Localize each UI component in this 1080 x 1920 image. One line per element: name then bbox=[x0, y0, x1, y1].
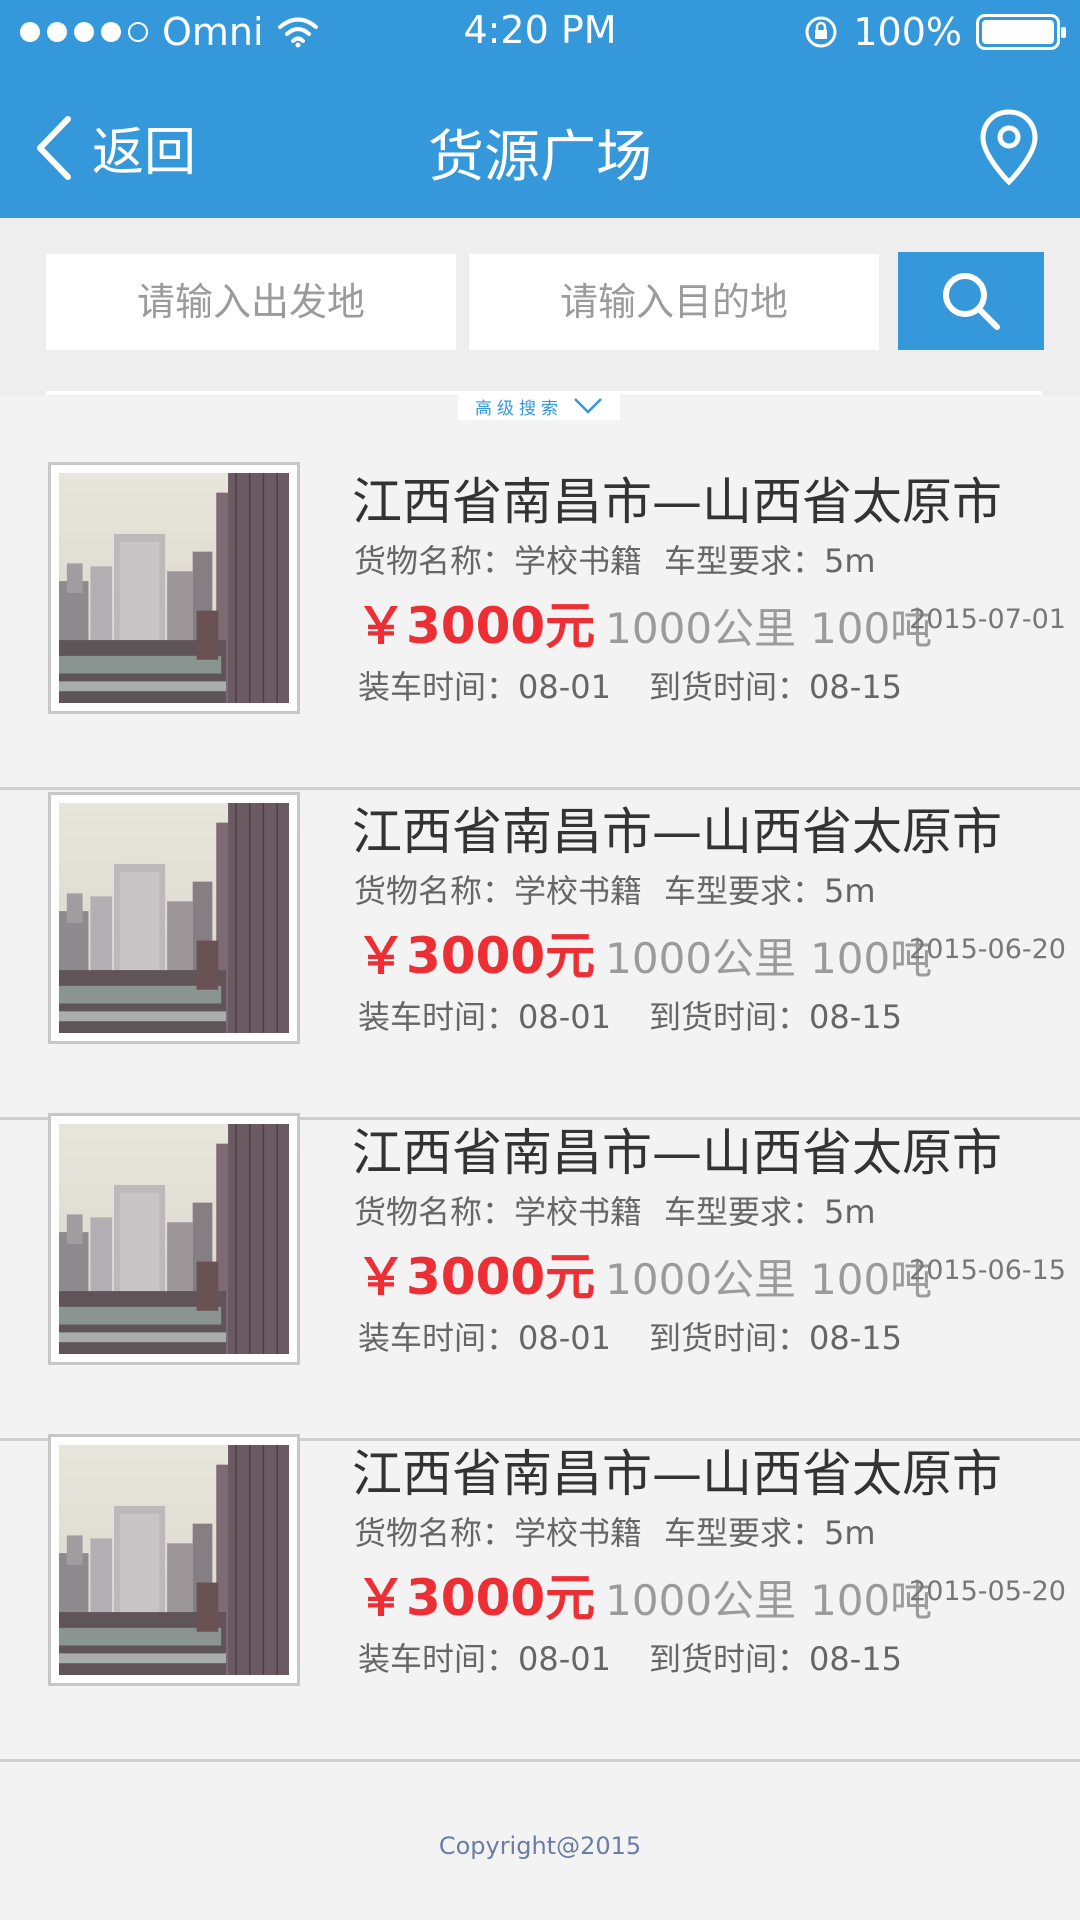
listing-load-time: 装车时间：08-01 bbox=[358, 1319, 611, 1357]
listing-route: 江西省南昌市—山西省太原市 bbox=[352, 1124, 1002, 1182]
search-area bbox=[0, 218, 1080, 396]
listing-load-time: 装车时间：08-01 bbox=[358, 998, 611, 1036]
listing-price: ￥3000元 bbox=[356, 1569, 596, 1627]
listing-price-line: ￥3000元 1000公里 100吨 bbox=[356, 1558, 932, 1630]
battery-percent: 100% bbox=[853, 10, 962, 54]
listing-arrive-time: 到货时间：08-15 bbox=[649, 668, 902, 706]
listing-price: ￥3000元 bbox=[356, 1248, 596, 1306]
listing-vehicle-requirement: 车型要求：5m bbox=[664, 542, 876, 580]
listing-thumbnail bbox=[48, 462, 300, 714]
listing-date: 2015-06-15 bbox=[909, 1255, 1066, 1286]
advanced-search-toggle[interactable]: 高级搜索 bbox=[458, 392, 620, 420]
nav-bar: 返回 货源广场 bbox=[0, 64, 1080, 218]
listing-date: 2015-06-20 bbox=[909, 934, 1066, 965]
listing-arrive-time: 到货时间：08-15 bbox=[649, 998, 902, 1036]
listing-date: 2015-07-01 bbox=[909, 604, 1066, 635]
listing-thumbnail bbox=[48, 1113, 300, 1365]
advanced-search-label: 高级搜索 bbox=[475, 398, 563, 419]
copyright-text: Copyright@2015 bbox=[438, 1832, 642, 1860]
rotation-lock-icon bbox=[805, 16, 837, 48]
battery-icon bbox=[976, 14, 1066, 50]
listing-item[interactable]: 江西省南昌市—山西省太原市 货物名称：学校书籍 车型要求：5m ￥3000元 10… bbox=[0, 792, 1080, 1120]
listing-thumbnail bbox=[48, 792, 300, 1044]
listing-date: 2015-05-20 bbox=[909, 1576, 1066, 1607]
status-bar: Omni 4:20 PM 100% bbox=[0, 0, 1080, 64]
listing-goods-name: 货物名称：学校书籍 bbox=[354, 1193, 643, 1231]
listing-time-line: 装车时间：08-01 到货时间：08-15 bbox=[358, 662, 902, 708]
listing-vehicle-requirement: 车型要求：5m bbox=[664, 872, 876, 910]
listing-route: 江西省南昌市—山西省太原市 bbox=[352, 473, 1002, 531]
listing-arrive-time: 到货时间：08-15 bbox=[649, 1319, 902, 1357]
listing-goods-line: 货物名称：学校书籍 车型要求：5m bbox=[354, 1508, 876, 1554]
listing-vehicle-requirement: 车型要求：5m bbox=[664, 1193, 876, 1231]
listing-item[interactable]: 江西省南昌市—山西省太原市 货物名称：学校书籍 车型要求：5m ￥3000元 10… bbox=[0, 462, 1080, 790]
search-button[interactable] bbox=[898, 252, 1044, 350]
listing-distance: 1000公里 bbox=[605, 934, 797, 983]
listing-time-line: 装车时间：08-01 到货时间：08-15 bbox=[358, 1634, 902, 1680]
listing-goods-line: 货物名称：学校书籍 车型要求：5m bbox=[354, 866, 876, 912]
listing-time-line: 装车时间：08-01 到货时间：08-15 bbox=[358, 1313, 902, 1359]
listing-distance: 1000公里 bbox=[605, 1255, 797, 1304]
listing-goods-name: 货物名称：学校书籍 bbox=[354, 542, 643, 580]
destination-input[interactable] bbox=[469, 254, 879, 350]
listing-price-line: ￥3000元 1000公里 100吨 bbox=[356, 1237, 932, 1309]
location-pin-icon[interactable] bbox=[976, 108, 1042, 188]
listing-thumbnail bbox=[48, 1434, 300, 1686]
listing-price: ￥3000元 bbox=[356, 927, 596, 985]
listing-load-time: 装车时间：08-01 bbox=[358, 668, 611, 706]
page-title: 货源广场 bbox=[428, 125, 652, 190]
listing-goods-name: 货物名称：学校书籍 bbox=[354, 1514, 643, 1552]
listing-price: ￥3000元 bbox=[356, 597, 596, 655]
departure-input[interactable] bbox=[46, 254, 456, 350]
listing-load-time: 装车时间：08-01 bbox=[358, 1640, 611, 1678]
chevron-down-icon bbox=[574, 398, 602, 414]
listing-item[interactable]: 江西省南昌市—山西省太原市 货物名称：学校书籍 车型要求：5m ￥3000元 10… bbox=[0, 1434, 1080, 1762]
listing-route: 江西省南昌市—山西省太原市 bbox=[352, 803, 1002, 861]
listing-time-line: 装车时间：08-01 到货时间：08-15 bbox=[358, 992, 902, 1038]
listing-distance: 1000公里 bbox=[605, 1576, 797, 1625]
listing-price-line: ￥3000元 1000公里 100吨 bbox=[356, 916, 932, 988]
search-icon bbox=[943, 273, 1000, 330]
listing-route: 江西省南昌市—山西省太原市 bbox=[352, 1445, 1002, 1503]
listing-distance: 1000公里 bbox=[605, 604, 797, 653]
listing-price-line: ￥3000元 1000公里 100吨 bbox=[356, 586, 932, 658]
listing-goods-line: 货物名称：学校书籍 车型要求：5m bbox=[354, 536, 876, 582]
listing-goods-line: 货物名称：学校书籍 车型要求：5m bbox=[354, 1187, 876, 1233]
listing-goods-name: 货物名称：学校书籍 bbox=[354, 872, 643, 910]
listing-item[interactable]: 江西省南昌市—山西省太原市 货物名称：学校书籍 车型要求：5m ￥3000元 10… bbox=[0, 1113, 1080, 1441]
listing-arrive-time: 到货时间：08-15 bbox=[649, 1640, 902, 1678]
listing-vehicle-requirement: 车型要求：5m bbox=[664, 1514, 876, 1552]
